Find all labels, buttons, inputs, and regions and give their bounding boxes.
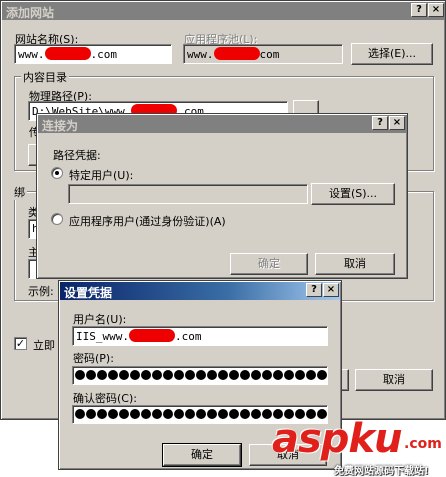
- path-credentials-label: 路径凭据:: [53, 149, 101, 162]
- redaction-mark: [213, 47, 260, 60]
- password-dot: [152, 409, 162, 419]
- password-dot: [196, 370, 206, 380]
- password-dot: [130, 370, 140, 380]
- start-immediately-checkbox[interactable]: ✓: [14, 337, 27, 350]
- password-dot: [97, 370, 107, 380]
- add-website-title: 添加网站: [6, 6, 55, 20]
- connect-as-dialog: 连接为 ? × 路径凭据: 特定用户(U): 设置(S)... 应用程序用户(通…: [36, 113, 408, 279]
- username-input[interactable]: IIS_www. .com: [72, 326, 328, 346]
- close-icon[interactable]: ×: [389, 116, 405, 130]
- password-dot: [108, 409, 118, 419]
- password-dot: [185, 370, 195, 380]
- connect-as-title: 连接为: [42, 119, 79, 133]
- password-dot: [86, 370, 96, 380]
- close-icon[interactable]: ×: [428, 3, 444, 17]
- password-dot: [262, 409, 272, 419]
- connect-as-cancel-button[interactable]: 取消: [315, 253, 395, 275]
- app-user-radio[interactable]: [51, 213, 63, 225]
- username-label: 用户名(U):: [73, 313, 127, 326]
- password-label: 密码(P):: [73, 352, 114, 365]
- watermark-brand: aspku: [272, 416, 403, 462]
- password-dot: [141, 409, 151, 419]
- add-website-titlebar[interactable]: 添加网站 ? ×: [2, 2, 444, 20]
- password-input[interactable]: [72, 366, 328, 385]
- connect-as-titlebar[interactable]: 连接为 ? ×: [38, 115, 406, 133]
- redaction-mark: [44, 47, 91, 60]
- password-dot: [229, 370, 239, 380]
- credentials-ok-button[interactable]: 确定: [162, 443, 242, 467]
- aspku-watermark: aspku .com 免费网站源码下载站!: [272, 416, 446, 477]
- password-dot: [97, 409, 107, 419]
- password-dot: [284, 370, 294, 380]
- password-dot: [240, 370, 250, 380]
- password-dot: [218, 370, 228, 380]
- set-credentials-titlebar[interactable]: 设置凭据 ? ×: [60, 282, 340, 300]
- password-dot: [251, 409, 261, 419]
- help-button[interactable]: ?: [306, 283, 322, 297]
- password-dot: [218, 409, 228, 419]
- password-dot: [240, 409, 250, 419]
- watermark-tld: .com: [404, 436, 442, 452]
- password-dot: [163, 370, 173, 380]
- password-dot: [196, 409, 206, 419]
- password-dot: [119, 409, 129, 419]
- password-dot: [75, 409, 85, 419]
- password-dot: [174, 370, 184, 380]
- specific-user-radio[interactable]: [51, 167, 63, 179]
- set-credentials-title: 设置凭据: [64, 286, 113, 300]
- settings-button[interactable]: 设置(S)...: [311, 183, 395, 205]
- password-dot: [207, 370, 217, 380]
- watermark-tagline: 免费网站源码下载站!: [334, 466, 429, 477]
- app-user-label: 应用程序用户(通过身份验证)(A): [69, 215, 226, 228]
- redaction-mark: [128, 329, 175, 342]
- password-dot: [207, 409, 217, 419]
- example-label: 示例:: [28, 285, 54, 298]
- specific-user-field: [68, 184, 308, 204]
- content-directory-label: 内容目录: [21, 69, 69, 85]
- password-dot: [86, 409, 96, 419]
- password-dot: [130, 409, 140, 419]
- help-button[interactable]: ?: [372, 116, 388, 130]
- confirm-password-label: 确认密码(C):: [73, 392, 137, 405]
- password-dot: [75, 370, 85, 380]
- close-icon[interactable]: ×: [323, 283, 339, 297]
- password-dot: [251, 370, 261, 380]
- password-dot: [273, 370, 283, 380]
- password-dot: [317, 370, 327, 380]
- help-button[interactable]: ?: [411, 3, 427, 17]
- password-dot: [229, 409, 239, 419]
- connect-as-ok-button[interactable]: 确定: [230, 253, 308, 275]
- start-immediately-label: 立即: [33, 339, 55, 352]
- app-pool-field: www. com: [183, 44, 343, 64]
- password-dot: [152, 370, 162, 380]
- password-dots: [75, 368, 327, 381]
- password-dot: [185, 409, 195, 419]
- password-dot: [141, 370, 151, 380]
- binding-label: 绑: [12, 184, 27, 200]
- select-app-pool-button[interactable]: 选择(E)...: [351, 43, 433, 65]
- password-dot: [108, 370, 118, 380]
- password-dot: [163, 409, 173, 419]
- specific-user-label: 特定用户(U):: [69, 169, 134, 182]
- password-dot: [262, 370, 272, 380]
- site-name-input[interactable]: www. .com: [14, 44, 172, 64]
- password-dot: [174, 409, 184, 419]
- password-dot: [119, 370, 129, 380]
- password-dot: [295, 370, 305, 380]
- password-dot: [306, 370, 316, 380]
- main-cancel-button[interactable]: 取消: [355, 369, 433, 391]
